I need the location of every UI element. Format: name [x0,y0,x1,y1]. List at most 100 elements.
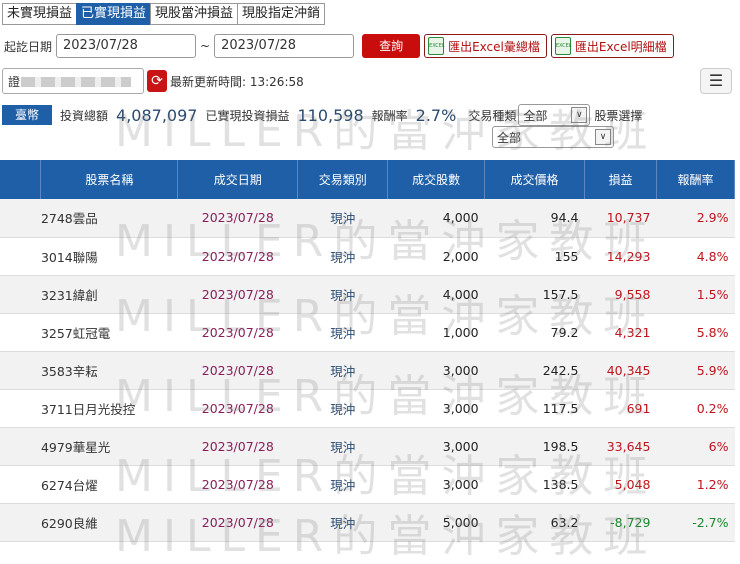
price: 79.2 [484,313,585,352]
account-bar: 證 ⟳ 最新更新時間: 13:26:58 [2,68,304,94]
stock-select-label: 股票選擇 [594,108,643,123]
rate-label: 報酬率 [371,108,408,123]
quantity: 3,000 [387,351,485,390]
start-date-input[interactable]: 2023/07/28 [56,34,197,58]
excel-icon: EXCEL [428,37,445,55]
menu-icon[interactable]: ☰ [700,68,732,94]
quantity: 3,000 [387,427,485,466]
blank [0,313,41,352]
stock-name: 3257虹冠電 [40,313,178,352]
profit-loss: 40,345 [584,351,657,390]
return-rate: 4.8% [656,237,735,276]
trade-type: 現沖 [297,275,388,314]
refresh-icon[interactable]: ⟳ [147,70,167,92]
profit-loss: 691 [584,389,657,428]
return-rate: 0.2% [656,389,735,428]
return-rate: 5.9% [656,351,735,390]
profit-loss: 5,048 [584,465,657,504]
export-detail-label: 匯出Excel明細檔 [574,39,667,54]
trade-type: 現沖 [297,237,388,276]
price: 94.4 [484,199,585,238]
stock-name: 6290良維 [40,503,178,542]
price: 138.5 [484,465,585,504]
trade-type: 現沖 [297,389,388,428]
trade-date: 2023/07/28 [177,389,298,428]
blank [0,503,41,542]
quantity: 3,000 [387,465,485,504]
stock-name: 6274台燿 [40,465,178,504]
trade-date: 2023/07/28 [177,199,298,238]
trade-type-value: 全部 [523,108,548,123]
tab-designated-offset[interactable]: 現股指定沖銷 [237,3,326,25]
table-row[interactable]: 2748雲品 2023/07/28 現沖 4,000 94.4 10,737 2.9% [0,199,735,238]
invest-label: 投資總額 [60,108,109,123]
stock-name: 3014聯陽 [40,237,178,276]
blank [0,389,41,428]
price: 242.5 [484,351,585,390]
export-summary-button[interactable]: EXCEL 匯出Excel彙總檔 [424,34,547,58]
profit-loss: 33,645 [584,427,657,466]
table-row[interactable]: 3583辛耘 2023/07/28 現沖 3,000 242.5 40,345 5.9% [0,351,735,390]
date-query-bar: 起訖日期 2023/07/28 ~ 2023/07/28 查詢 EXCEL 匯出E… [4,34,674,58]
stock-select[interactable]: 全部 ∨ [492,126,614,148]
tab-bar: 未實現損益 已實現損益 現股當沖損益 現股指定沖銷 [2,3,326,25]
trade-date: 2023/07/28 [177,313,298,352]
blank [0,465,41,504]
trade-date: 2023/07/28 [177,237,298,276]
quantity: 1,000 [387,313,485,352]
account-select[interactable]: 證 [2,68,144,94]
profit-loss: -8,729 [584,503,657,542]
trade-type: 現沖 [297,427,388,466]
table-row[interactable]: 3014聯陽 2023/07/28 現沖 2,000 155 14,293 4.8% [0,237,735,276]
column-header: 交易類別 [297,160,389,199]
column-header: 股票名稱 [40,160,179,199]
export-detail-button[interactable]: EXCEL 匯出Excel明細檔 [550,34,674,58]
quantity: 5,000 [387,503,485,542]
column-header: 損益 [584,160,657,199]
tab-daytrade[interactable]: 現股當沖損益 [150,3,239,25]
summary-bar: 臺幣 投資總額 4,087,097 已實現投資損益 110,598 報酬率 2.… [2,104,642,126]
table-row[interactable]: 3711日月光投控 2023/07/28 現沖 3,000 117.5 691 0.2% [0,389,735,428]
account-prefix: 證 [8,75,21,89]
tab-realized[interactable]: 已實現損益 [76,3,152,25]
stock-name: 2748雲品 [40,199,178,238]
table-row[interactable]: 6274台燿 2023/07/28 現沖 3,000 138.5 5,048 1.2% [0,465,735,504]
table-row[interactable]: 6290良維 2023/07/28 現沖 5,000 63.2 -8,729 -2.7% [0,503,735,542]
trade-type: 現沖 [297,465,388,504]
trade-date: 2023/07/28 [177,351,298,390]
table-row[interactable]: 3231緯創 2023/07/28 現沖 4,000 157.5 9,558 1.5% [0,275,735,314]
tab-unrealized[interactable]: 未實現損益 [2,3,78,25]
price: 155 [484,237,585,276]
end-date-input[interactable]: 2023/07/28 [214,34,355,58]
trade-date: 2023/07/28 [177,427,298,466]
quantity: 4,000 [387,275,485,314]
profit-loss: 9,558 [584,275,657,314]
blank [0,427,41,466]
column-header: 成交價格 [484,160,585,199]
table-row[interactable]: 3257虹冠電 2023/07/28 現沖 1,000 79.2 4,321 5.8% [0,313,735,352]
price: 198.5 [484,427,585,466]
search-button[interactable]: 查詢 [362,34,421,58]
return-rate: 5.8% [656,313,735,352]
realized-pl-table: 股票名稱 成交日期 交易類別 成交股數 成交價格 損益 報酬率 2748雲品 2023/07/… [0,160,736,542]
stock-value: 全部 [497,130,522,145]
export-summary-label: 匯出Excel彙總檔 [448,39,540,54]
trade-type-select[interactable]: 全部 ∨ [518,104,591,126]
quantity: 2,000 [387,237,485,276]
trade-type: 現沖 [297,313,388,352]
trade-date: 2023/07/28 [177,465,298,504]
blurred-account [21,77,131,87]
blank [0,275,41,314]
trade-type: 現沖 [297,199,388,238]
return-rate: 2.9% [656,199,735,238]
excel-icon: EXCEL [554,37,572,55]
return-rate: 1.2% [656,465,735,504]
table-row[interactable]: 4979華星光 2023/07/28 現沖 3,000 198.5 33,645 6% [0,427,735,466]
currency-badge: 臺幣 [2,105,52,125]
date-separator: ~ [200,39,211,53]
quantity: 3,000 [387,389,485,428]
column-header: 成交股數 [387,160,486,199]
price: 63.2 [484,503,585,542]
chevron-down-icon: ∨ [595,129,611,145]
profit-loss: 14,293 [584,237,657,276]
